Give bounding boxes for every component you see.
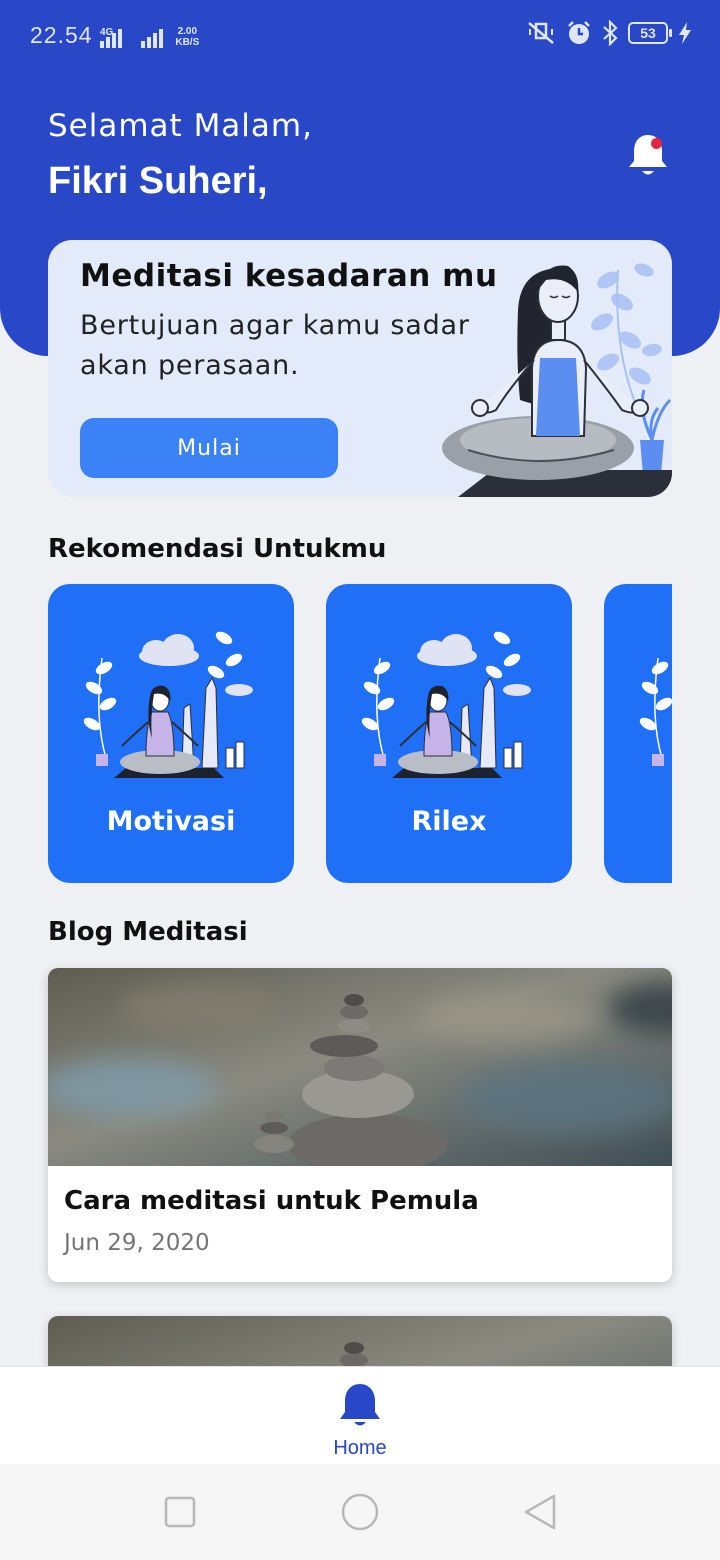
recommendations-title: Rekomendasi Untukmu [48,534,387,564]
bell-icon [340,1384,380,1426]
bluetooth-icon [603,20,618,46]
hero-description: Bertujuan agar kamu sadar akan perasaan. [80,310,470,381]
mute-icon [528,22,554,44]
blog-post-title: Cara meditasi untuk Pemula [64,1186,479,1216]
user-name: Fikri Suheri, [48,160,268,202]
start-button[interactable]: Mulai [80,418,338,478]
hero-title: Meditasi kesadaran mu [80,258,498,294]
stacked-stones-photo [48,968,672,1166]
greeting-text: Selamat Malam, [48,108,313,144]
status-right-group: 53 [526,20,692,46]
back-button[interactable] [520,1492,560,1532]
status-bar: 22.54 4G 2.00 KB/S 53 [0,0,720,72]
blog-section-title: Blog Meditasi [48,917,248,947]
network-speed-value: 2.00 [177,26,198,37]
recommendation-card-rilex[interactable]: Rilex [326,584,572,883]
network-type-label: 4G [100,27,114,38]
recents-button[interactable] [160,1492,200,1532]
battery-icon: 53 [628,22,672,44]
recommendation-label: Motivasi [106,806,236,837]
meditation-illustration [83,631,253,778]
status-network-group: 4G 2.00 KB/S [100,24,199,48]
bell-icon [629,135,667,175]
recommendations-carousel[interactable]: Motivasi Rilex [48,584,672,884]
charging-icon [679,22,691,44]
notification-button[interactable] [626,132,672,180]
recommendation-card-partial[interactable] [604,584,672,883]
system-navigation-bar [0,1464,720,1560]
recommendation-label: Rilex [411,806,487,837]
alarm-icon [568,21,590,44]
nav-item-label: Home [333,1437,387,1459]
hero-card: Meditasi kesadaran mu Bertujuan agar kam… [48,240,672,497]
nav-item-home[interactable]: Home [310,1379,410,1461]
bottom-navigation: Home [0,1366,720,1464]
home-button[interactable] [340,1492,380,1532]
recommendation-card-motivasi[interactable]: Motivasi [48,584,294,883]
meditation-illustration [639,657,672,766]
battery-level: 53 [640,25,656,41]
network-speed: 2.00 KB/S [175,26,199,48]
meditation-illustration [361,631,531,778]
notification-badge [651,138,662,149]
network-speed-unit: KB/S [175,37,200,48]
status-time: 22.54 [30,22,93,48]
blog-post-card[interactable]: Cara meditasi untuk Pemula Jun 29, 2020 [48,968,672,1282]
signal-icon-2 [141,29,164,48]
blog-post-date: Jun 29, 2020 [64,1230,210,1256]
